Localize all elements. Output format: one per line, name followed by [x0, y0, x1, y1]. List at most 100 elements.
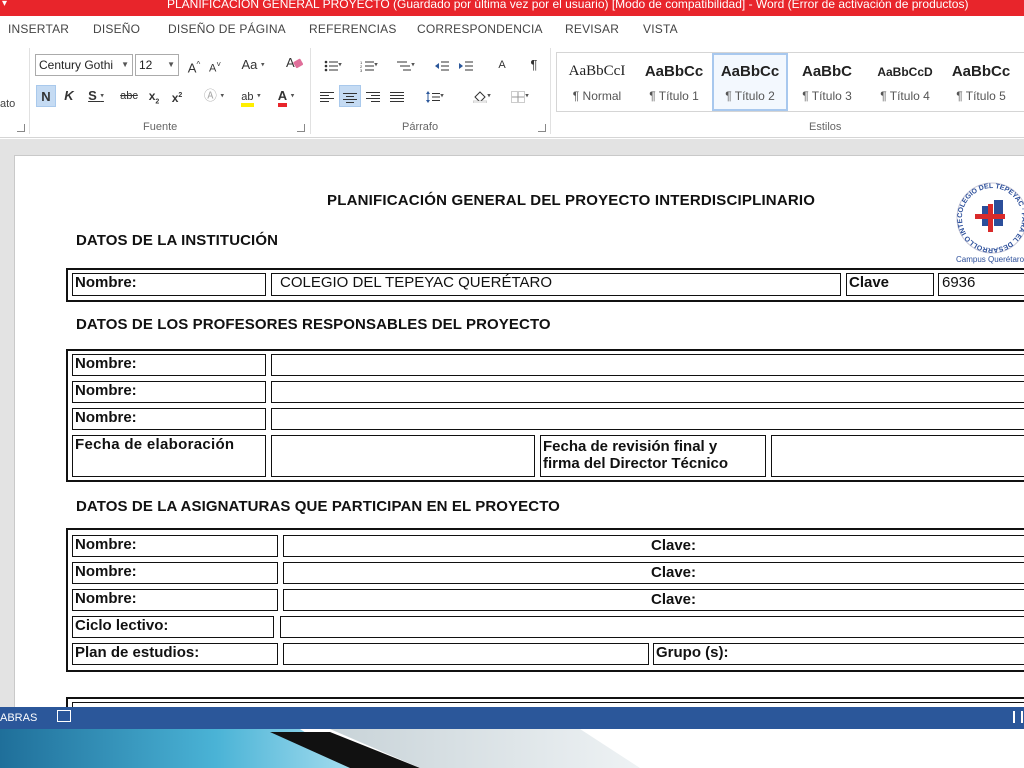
font-launcher-icon[interactable] — [297, 124, 305, 132]
subscript-button[interactable]: x2 — [145, 85, 163, 107]
review-label-line-1: Fecha de revisión final y — [543, 438, 718, 455]
paragraph-launcher-icon[interactable] — [538, 124, 546, 132]
review-label-line-2: firma del Director Técnico — [543, 455, 729, 472]
style-sample: AaBbCcI — [568, 63, 626, 79]
group-separator — [310, 48, 311, 134]
align-right-icon[interactable] — [364, 85, 382, 107]
decrease-indent-icon[interactable] — [432, 54, 452, 76]
justify-icon[interactable] — [388, 85, 406, 107]
tab-insertar[interactable]: INSERTAR — [8, 22, 69, 36]
style-name: ¶ Título 5 — [956, 89, 1006, 103]
text-effects-icon[interactable]: Ⓐ ▾ — [200, 85, 228, 107]
numbering-icon[interactable]: 1 2 3 ▾ — [354, 54, 384, 76]
shrink-font-icon[interactable]: A˅ — [207, 54, 223, 76]
italic-button[interactable]: K — [61, 85, 77, 107]
align-left-icon[interactable] — [318, 85, 336, 107]
teacher-name-field[interactable] — [271, 408, 1024, 430]
grow-font-icon[interactable]: A^ — [186, 54, 202, 76]
font-group-label: Fuente — [143, 121, 178, 133]
font-size-value: 12 — [139, 58, 153, 72]
tab-referencias[interactable]: REFERENCIAS — [309, 22, 397, 36]
style-name: ¶ Título 3 — [802, 89, 852, 103]
document-page[interactable]: PLANIFICACIÓN GENERAL DEL PROYECTO INTER… — [14, 155, 1024, 715]
style-titulo-2[interactable]: AaBbCc ¶ Título 2 — [712, 53, 788, 111]
style-sample: AaBbCc — [951, 63, 1011, 80]
plan-field[interactable] — [283, 643, 649, 665]
school-logo-icon: COLEGIO DEL TEPEYAC · PARA EL DESARROLLO… — [952, 168, 1024, 264]
subjects-table: Nombre: Clave: Nombre: Clave: Nombre: Cl… — [66, 528, 1024, 672]
subject-field[interactable]: Clave: — [283, 535, 1024, 557]
document-area[interactable]: PLANIFICACIÓN GENERAL DEL PROYECTO INTER… — [0, 139, 1024, 715]
style-sample: AaBbC — [801, 63, 852, 80]
title-bar: ▾ PLANIFICACIÓN GENERAL PROYECTO (Guarda… — [0, 0, 1024, 16]
institution-name-value[interactable]: COLEGIO DEL TEPEYAC QUERÉTARO — [271, 273, 841, 296]
institution-heading: DATOS DE LA INSTITUCIÓN — [76, 232, 279, 249]
bullets-icon[interactable]: ▾ — [318, 54, 348, 76]
sort-icon[interactable]: A — [491, 54, 513, 76]
borders-icon[interactable]: ▾ — [504, 85, 536, 107]
tab-revisar[interactable]: REVISAR — [565, 22, 619, 36]
teacher-name-field[interactable] — [271, 381, 1024, 403]
proofing-icon[interactable] — [57, 710, 71, 722]
clear-format-icon[interactable]: A — [284, 54, 304, 76]
superscript-button[interactable]: x2 — [168, 85, 186, 107]
group-field[interactable]: Grupo (s): — [653, 643, 1024, 665]
institution-key-value[interactable]: 6936 — [938, 273, 1024, 296]
style-normal[interactable]: AaBbCcI ¶ Normal — [559, 53, 635, 111]
date-elaboration-field[interactable] — [271, 435, 535, 477]
tab-diseno[interactable]: DISEÑO — [93, 22, 140, 36]
slide-decoration — [0, 729, 1024, 768]
chevron-down-icon: ▼ — [121, 60, 129, 69]
style-titulo-1[interactable]: AaBbCc ¶ Título 1 — [636, 53, 712, 111]
teacher-name-label: Nombre: — [72, 408, 266, 430]
teachers-heading: DATOS DE LOS PROFESORES RESPONSABLES DEL… — [76, 316, 551, 333]
bold-button[interactable]: N — [36, 85, 56, 107]
tab-diseno-de-pagina[interactable]: DISEÑO DE PÁGINA — [168, 22, 286, 36]
teacher-name-label: Nombre: — [72, 354, 266, 376]
subject-field[interactable]: Clave: — [283, 589, 1024, 611]
change-case-icon[interactable]: Aa ▾ — [238, 54, 268, 76]
style-titulo-5[interactable]: AaBbCc ¶ Título 5 — [943, 53, 1019, 111]
clipboard-launcher-icon[interactable] — [17, 124, 25, 132]
line-spacing-icon[interactable]: ▾ — [420, 85, 450, 107]
underline-button[interactable]: S ▾ — [84, 85, 108, 107]
teacher-name-field[interactable] — [271, 354, 1024, 376]
status-bar: ABRAS — [0, 707, 1024, 729]
style-name: ¶ Título 4 — [880, 89, 930, 103]
decorative-band — [0, 729, 1024, 768]
styles-group-label: Estilos — [809, 121, 842, 133]
subject-field[interactable]: Clave: — [283, 562, 1024, 584]
word-count[interactable]: ABRAS — [0, 712, 37, 724]
ribbon: ato Century Gothi ▼ 12 ▼ A^ A˅ Aa ▾ A N … — [0, 44, 1024, 138]
group-separator — [29, 48, 30, 134]
style-sample: AaBbCc — [720, 63, 780, 80]
font-color-icon[interactable]: A ▾ — [272, 85, 300, 107]
tab-correspondencia[interactable]: CORRESPONDENCIA — [417, 22, 543, 36]
show-formatting-icon[interactable]: ¶ — [526, 54, 542, 76]
align-center-icon[interactable] — [339, 85, 361, 107]
group-label: Grupo (s): — [656, 644, 729, 661]
word-window: ▾ PLANIFICACIÓN GENERAL PROYECTO (Guarda… — [0, 0, 1024, 768]
quick-access-dropdown-icon[interactable]: ▾ — [2, 0, 7, 10]
shading-icon[interactable]: ▾ — [466, 85, 498, 107]
style-titulo-4[interactable]: AaBbCcD ¶ Título 4 — [867, 53, 943, 111]
read-mode-icon[interactable] — [1013, 711, 1023, 723]
subject-key-label: Clave: — [651, 537, 697, 554]
strikethrough-button[interactable]: abc — [118, 85, 140, 107]
multilevel-list-icon[interactable]: ▾ — [390, 54, 422, 76]
cycle-field[interactable] — [280, 616, 1024, 638]
style-titulo-3[interactable]: AaBbC ¶ Título 3 — [789, 53, 865, 111]
teachers-table: Nombre: Nombre: Nombre: Fecha de elabora… — [66, 349, 1024, 482]
subject-name-label: Nombre: — [72, 589, 278, 611]
tab-vista[interactable]: VISTA — [643, 22, 678, 36]
group-separator — [550, 48, 551, 134]
review-field[interactable] — [771, 435, 1024, 477]
font-name-combo[interactable]: Century Gothi ▼ — [35, 54, 133, 76]
increase-indent-icon[interactable] — [456, 54, 476, 76]
date-elaboration-label: Fecha de elaboración — [72, 435, 266, 477]
font-size-combo[interactable]: 12 ▼ — [135, 54, 179, 76]
style-sample: AaBbCc — [644, 63, 704, 80]
highlight-color-icon[interactable]: ab ▾ — [236, 85, 266, 107]
teacher-name-label: Nombre: — [72, 381, 266, 403]
plan-label: Plan de estudios: — [72, 643, 278, 665]
